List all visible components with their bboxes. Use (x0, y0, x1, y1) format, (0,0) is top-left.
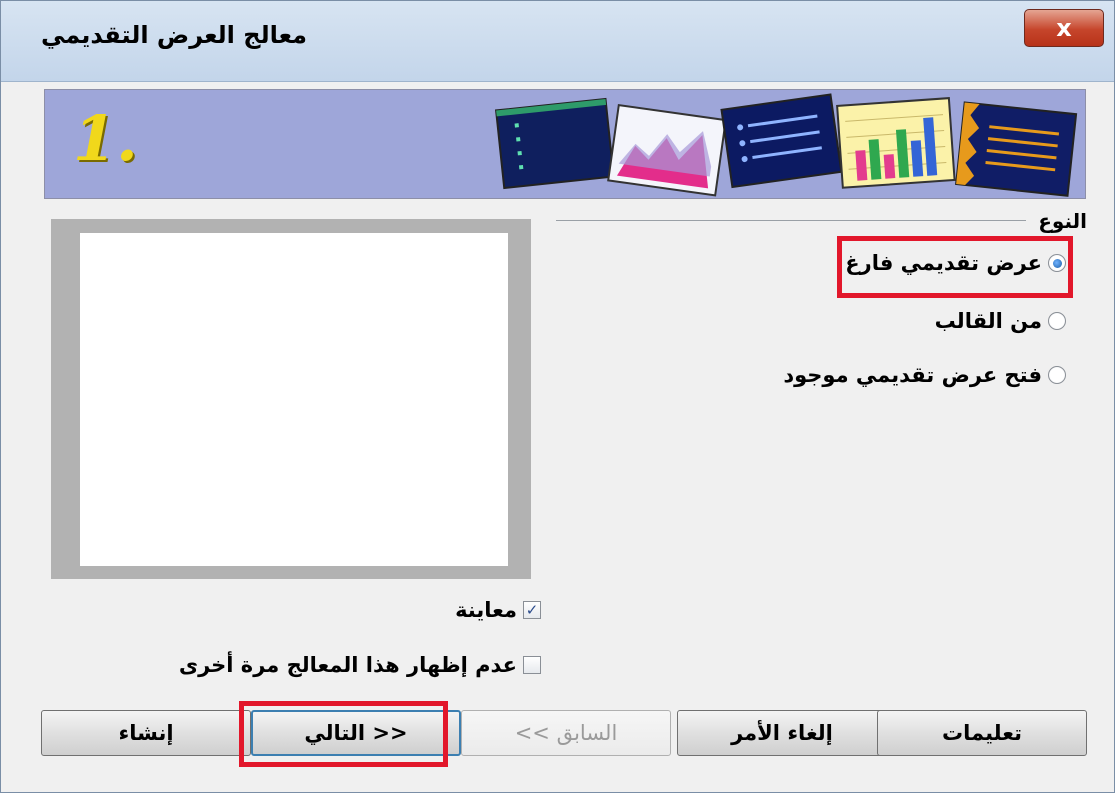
radio-label-open-existing: فتح عرض تقديمي موجود (783, 363, 1042, 387)
preview-checkbox-row[interactable]: معاينة ✓ (1, 598, 541, 622)
type-group-label: النوع (1038, 209, 1087, 233)
highlight-box-next-button (239, 701, 448, 767)
preview-label: معاينة (455, 598, 517, 622)
create-button[interactable]: إنشاء (41, 710, 251, 756)
presentation-wizard-dialog: معالج العرض التقديمي x 1. النوع عرض تقدي… (0, 0, 1115, 793)
cancel-button[interactable]: إلغاء الأمر (677, 710, 887, 756)
dont-show-checkbox-row[interactable]: عدم إظهار هذا المعالج مرة أخرى (1, 653, 541, 677)
back-button[interactable]: << السابق (461, 710, 671, 756)
close-button[interactable]: x (1024, 9, 1104, 47)
window-title: معالج العرض التقديمي (41, 21, 307, 49)
radio-open-existing[interactable]: فتح عرض تقديمي موجود (783, 363, 1066, 387)
dont-show-label: عدم إظهار هذا المعالج مرة أخرى (178, 653, 517, 677)
radio-unchecked-icon[interactable] (1048, 366, 1066, 384)
radio-label-template: من القالب (934, 309, 1042, 333)
radio-unchecked-icon[interactable] (1048, 312, 1066, 330)
preview-area (80, 233, 508, 566)
highlight-box-empty-option (837, 236, 1073, 298)
presentation-templates-illustration (495, 93, 1078, 197)
help-button[interactable]: تعليمات (877, 710, 1087, 756)
unchecked-checkbox-icon[interactable] (523, 656, 541, 674)
step-number: 1. (73, 102, 138, 175)
radio-from-template[interactable]: من القالب (935, 309, 1066, 333)
wizard-banner: 1. (44, 89, 1086, 199)
preview-frame (51, 219, 531, 579)
type-group-divider (556, 220, 1026, 221)
checkmark-icon[interactable]: ✓ (523, 601, 541, 619)
close-icon: x (1056, 14, 1072, 42)
title-bar: معالج العرض التقديمي x (1, 1, 1114, 82)
